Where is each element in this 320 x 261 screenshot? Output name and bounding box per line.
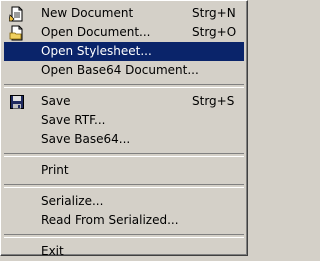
menu-item-open-document[interactable]: Open Document... Strg+O [4, 23, 244, 42]
menu-item-new-document[interactable]: New Document Strg+N [4, 4, 244, 23]
menu-item-save-rtf[interactable]: Save RTF... [4, 111, 244, 130]
menu-separator [4, 84, 244, 88]
menu-item-exit[interactable]: Exit [4, 242, 244, 261]
menu-separator [4, 234, 244, 238]
menu-item-label: Save Base64... [41, 132, 131, 146]
menu-item-read-from-serialized[interactable]: Read From Serialized... [4, 211, 244, 230]
menu-item-shortcut: Strg+O [192, 25, 237, 39]
menu-item-open-stylesheet[interactable]: Open Stylesheet... [4, 42, 244, 61]
menu-item-save[interactable]: Save Strg+S [4, 92, 244, 111]
menu-item-label: Exit [41, 244, 64, 258]
file-menu: New Document Strg+N Open Document... Str… [0, 0, 248, 258]
menu-item-print[interactable]: Print [4, 161, 244, 180]
menu-item-label: Open Stylesheet... [41, 44, 152, 58]
save-disk-icon [9, 94, 25, 110]
menu-item-open-base64-document[interactable]: Open Base64 Document... [4, 61, 244, 80]
menu-item-label: Open Base64 Document... [41, 63, 199, 77]
menu-item-shortcut: Strg+N [192, 6, 236, 20]
menu-item-label: Save [41, 94, 71, 108]
menu-separator [4, 153, 244, 157]
menu-item-label: New Document [41, 6, 134, 20]
open-document-icon [9, 25, 25, 41]
menu-item-shortcut: Strg+S [192, 94, 235, 108]
menu-separator [4, 184, 244, 188]
menu-item-label: Print [41, 163, 69, 177]
menu-item-label: Read From Serialized... [41, 213, 179, 227]
new-document-icon [8, 6, 25, 22]
menu-item-label: Serialize... [41, 194, 104, 208]
menu-item-label: Open Document... [41, 25, 151, 39]
menu-item-label: Save RTF... [41, 113, 106, 127]
menu-item-serialize[interactable]: Serialize... [4, 192, 244, 211]
menu-item-save-base64[interactable]: Save Base64... [4, 130, 244, 149]
